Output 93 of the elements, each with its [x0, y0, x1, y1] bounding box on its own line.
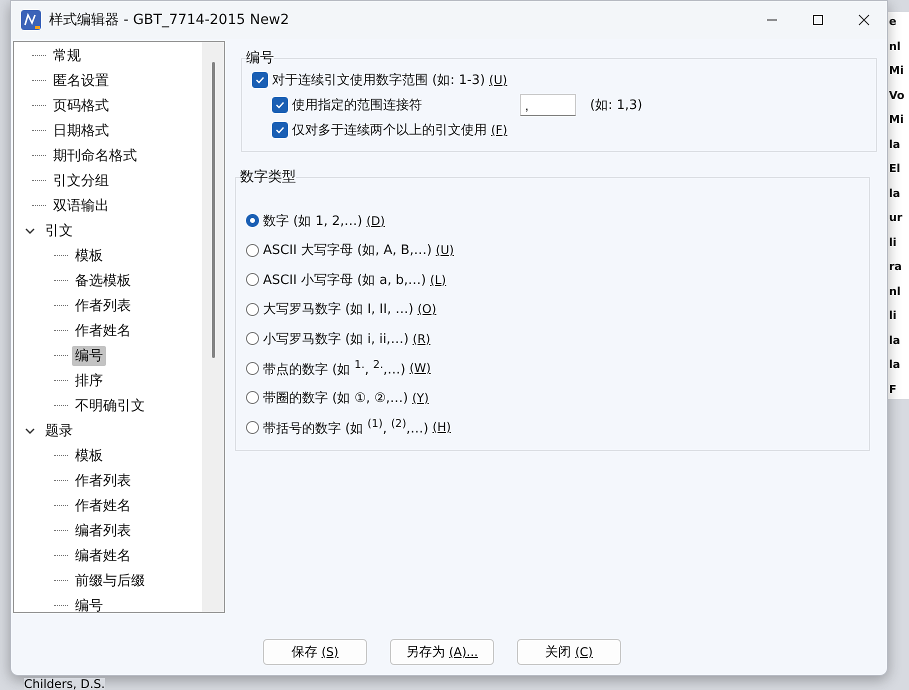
- background-text: F: [889, 382, 898, 398]
- option-label: 带圈的数字 (如 ①, ②,…): [263, 390, 408, 406]
- radio-button[interactable]: [246, 244, 259, 256]
- shortcut-key: (S): [322, 645, 338, 659]
- dialog-button[interactable]: 关闭 (C): [517, 639, 621, 665]
- tree-item[interactable]: 匿名设置: [50, 70, 112, 90]
- radio-button[interactable]: [246, 420, 259, 434]
- shortcut-key: (Y): [412, 390, 429, 404]
- background-text: nl: [889, 38, 902, 54]
- shortcut-key: (O): [417, 302, 436, 316]
- scrollbar[interactable]: [202, 42, 224, 612]
- input-field[interactable]: ,: [520, 94, 576, 116]
- check-icon: [255, 75, 265, 85]
- background-text: la: [889, 136, 902, 152]
- tree-item[interactable]: 排序: [72, 370, 106, 390]
- shortcut-key: (R): [412, 332, 430, 346]
- shortcut-key: (L): [430, 272, 446, 286]
- radio-button[interactable]: [246, 362, 259, 374]
- background-text: ra: [889, 259, 903, 275]
- radio-button[interactable]: [246, 302, 259, 316]
- tree-item[interactable]: 页码格式: [50, 96, 112, 116]
- background-text: El: [889, 161, 902, 177]
- tree-item[interactable]: 编者姓名: [72, 546, 134, 566]
- option-label: 仅对多于连续两个以上的引文使用: [292, 122, 487, 139]
- shortcut-key: (D): [366, 214, 385, 228]
- shortcut-key: (U): [436, 243, 454, 257]
- tree-item[interactable]: 模板: [72, 446, 106, 466]
- option-label: 数字 (如 1, 2,…): [263, 212, 362, 230]
- checkbox[interactable]: [272, 122, 288, 138]
- tree-item[interactable]: 编号: [72, 596, 106, 612]
- button-label: 保存: [292, 644, 318, 661]
- option-label: ASCII 大写字母 (如, A, B,…): [263, 242, 432, 259]
- option-label: 大写罗马数字 (如 I, II, …): [263, 301, 414, 318]
- tree-item[interactable]: 期刊命名格式: [50, 146, 140, 166]
- tree-item[interactable]: 作者姓名: [72, 496, 134, 516]
- dialog-button[interactable]: 保存 (S): [263, 639, 367, 665]
- maximize-icon: [812, 14, 824, 26]
- background-text: Childers, D.S.: [24, 678, 105, 690]
- shortcut-key: (H): [432, 420, 451, 434]
- background-text: e: [889, 14, 898, 30]
- checkbox[interactable]: [252, 72, 268, 88]
- shortcut-key: (A)...: [448, 645, 478, 659]
- background-text: Mi: [889, 112, 905, 128]
- background-text: la: [889, 332, 902, 348]
- background-text: ur: [889, 210, 904, 226]
- option-label: ASCII 小写字母 (如 a, b,…): [263, 272, 426, 288]
- radio-button[interactable]: [246, 214, 259, 227]
- option-label: 带点的数字 (如 $^{1.}$, $^{2.}$,…): [263, 358, 406, 378]
- background-text: Vo: [889, 88, 906, 104]
- tree-item[interactable]: 作者列表: [72, 470, 134, 490]
- background-text: Mi: [889, 63, 905, 79]
- option-label: 对于连续引文使用数字范围 (如: 1-3): [272, 72, 486, 89]
- group-title: 编号: [246, 49, 274, 67]
- check-icon: [275, 125, 285, 135]
- background-text: li: [889, 308, 898, 324]
- button-label: 另存为: [406, 644, 445, 661]
- tree-item[interactable]: 前缀与后缀: [72, 570, 148, 590]
- tree-item[interactable]: 模板: [72, 246, 106, 266]
- app-logo-icon: [21, 10, 41, 30]
- tree-item[interactable]: 日期格式: [50, 120, 112, 140]
- dialog-button[interactable]: 另存为 (A)...: [390, 639, 494, 665]
- tree-item[interactable]: 作者列表: [72, 296, 134, 316]
- tree-item[interactable]: 编者列表: [72, 520, 134, 540]
- radio-button[interactable]: [246, 273, 259, 286]
- tree-item[interactable]: 常规: [50, 46, 84, 66]
- background-text: la: [889, 186, 902, 202]
- background-text: la: [889, 357, 902, 373]
- tree-item[interactable]: 不明确引文: [72, 396, 148, 416]
- tree-item[interactable]: 双语输出: [50, 196, 112, 216]
- option-label: 使用指定的范围连接符: [292, 97, 422, 114]
- check-icon: [275, 100, 285, 110]
- group-title: 数字类型: [240, 168, 296, 186]
- button-label: 关闭: [545, 644, 572, 661]
- shortcut-key: (C): [575, 645, 593, 659]
- tree-item[interactable]: 作者姓名: [72, 320, 134, 340]
- checkbox[interactable]: [272, 97, 288, 113]
- shortcut-key: (F): [491, 123, 508, 137]
- option-label: 带括号的数字 (如 $^{(1)}$, $^{(2)}$,…): [263, 416, 429, 438]
- radio-button[interactable]: [246, 391, 259, 404]
- close-icon: [858, 14, 870, 26]
- window-title: 样式编辑器 - GBT_7714-2015 New2: [49, 11, 290, 29]
- tree-item[interactable]: 题录: [42, 420, 76, 440]
- tree-item[interactable]: 引文分组: [50, 170, 112, 190]
- tree-item[interactable]: 引文: [42, 220, 76, 240]
- option-label: 小写罗马数字 (如 i, ii,…): [263, 330, 409, 348]
- background-text: li: [889, 234, 898, 250]
- tree-item[interactable]: 编号: [72, 346, 106, 366]
- shortcut-key: (U): [489, 73, 508, 87]
- background-text: nl: [889, 284, 902, 300]
- radio-button[interactable]: [246, 332, 259, 345]
- tree-item[interactable]: 备选模板: [72, 270, 134, 290]
- hint-text: (如: 1,3): [590, 97, 642, 114]
- shortcut-key: (W): [410, 361, 431, 375]
